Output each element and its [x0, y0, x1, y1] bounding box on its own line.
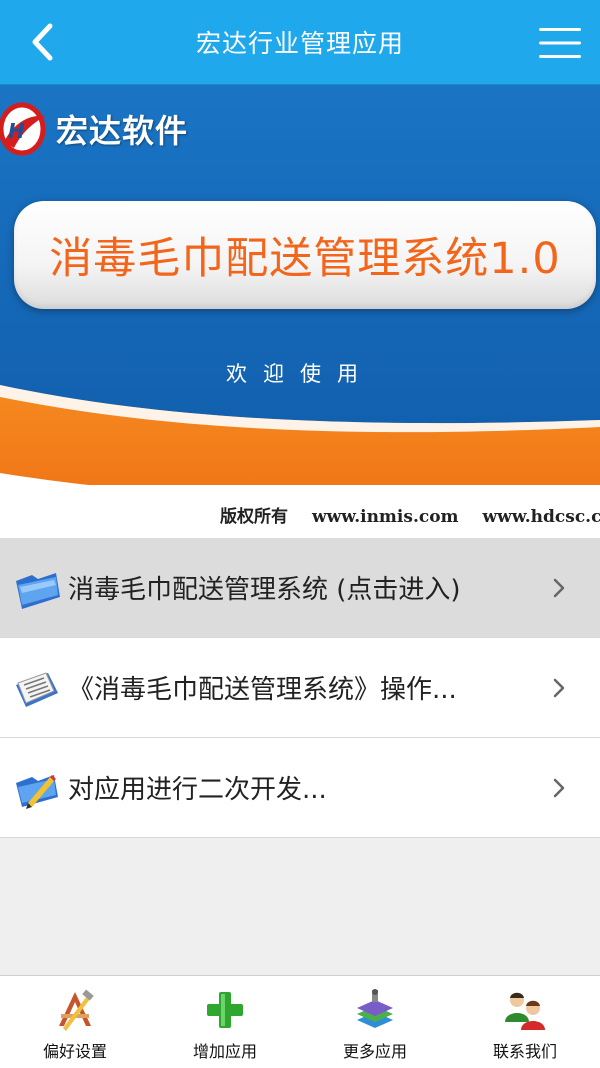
- copyright-label: 版权所有: [220, 507, 288, 527]
- bottom-tab-bar: 偏好设置 增加应用 更多应用 联系我们: [0, 975, 600, 1068]
- chevron-right-icon: [553, 778, 565, 798]
- tab-contact-us[interactable]: 联系我们: [450, 976, 600, 1068]
- newspaper-icon: [16, 671, 58, 707]
- copyright-url-inmis: www.inmis.com: [312, 507, 459, 527]
- list-item-enter-system[interactable]: 消毒毛巾配送管理系统 (点击进入): [0, 538, 600, 638]
- svg-text:H: H: [8, 119, 25, 143]
- copyright-line: 版权所有 www.inmis.com www.hdcsc.com: [220, 502, 600, 527]
- tab-label: 联系我们: [492, 1042, 557, 1061]
- header-bar: 宏达行业管理应用: [0, 0, 600, 85]
- chevron-left-icon: [32, 23, 53, 61]
- copyright-url-hdcsc: www.hdcsc.com: [482, 507, 600, 527]
- list-item-label: 《消毒毛巾配送管理系统》操作...: [68, 675, 457, 705]
- menu-button[interactable]: [534, 20, 586, 66]
- contacts-icon: [505, 992, 545, 1030]
- tab-label: 增加应用: [192, 1042, 257, 1061]
- app-list: 消毒毛巾配送管理系统 (点击进入) 《消毒毛巾配送管理系统》操作... 对应用进…: [0, 538, 600, 838]
- list-item-label: 消毒毛巾配送管理系统 (点击进入): [68, 575, 461, 605]
- list-item-user-manual[interactable]: 《消毒毛巾配送管理系统》操作...: [0, 638, 600, 738]
- brand-logo: H 宏达软件: [0, 99, 188, 159]
- tab-add-app[interactable]: 增加应用: [150, 976, 300, 1068]
- welcome-text: 欢迎使用: [226, 362, 374, 386]
- tab-label: 偏好设置: [42, 1042, 107, 1061]
- tab-label: 更多应用: [342, 1042, 407, 1061]
- add-icon: [207, 992, 243, 1028]
- books-icon: [357, 989, 393, 1028]
- chevron-right-icon: [553, 578, 565, 598]
- list-item-label: 对应用进行二次开发...: [68, 775, 327, 805]
- folder-icon: [16, 572, 60, 609]
- page-title: 宏达行业管理应用: [195, 29, 404, 58]
- preferences-icon: [59, 989, 94, 1031]
- folder-edit-icon: [16, 774, 58, 809]
- hamburger-menu-icon: [539, 28, 581, 58]
- system-title-plate: 消毒毛巾配送管理系统1.0: [14, 201, 596, 309]
- back-button[interactable]: [18, 18, 66, 66]
- list-item-secondary-development[interactable]: 对应用进行二次开发...: [0, 738, 600, 838]
- system-title: 消毒毛巾配送管理系统1.0: [49, 234, 561, 284]
- welcome-banner: H 宏达软件 消毒毛巾配送管理系统1.0 欢迎使用 版权所有 www.inmis.…: [0, 85, 600, 538]
- hongda-logo-icon: H: [0, 102, 46, 156]
- chevron-right-icon: [553, 678, 565, 698]
- tab-more-apps[interactable]: 更多应用: [300, 976, 450, 1068]
- brand-name: 宏达软件: [56, 112, 189, 150]
- tab-preferences[interactable]: 偏好设置: [0, 976, 150, 1068]
